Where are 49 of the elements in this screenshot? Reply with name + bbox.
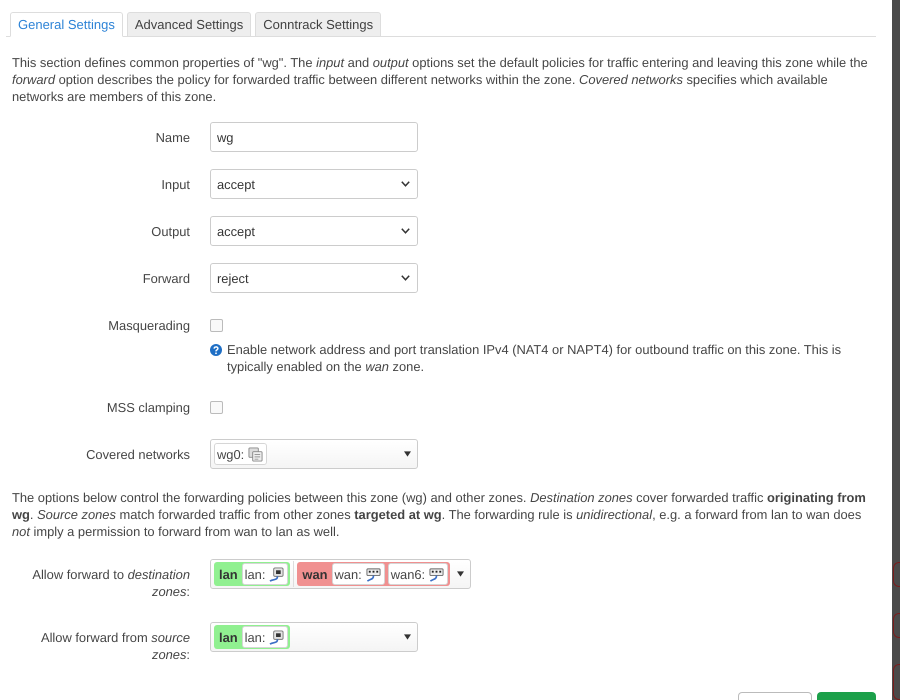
caret-icon <box>404 451 411 457</box>
tab[interactable]: Advanced Settings <box>126 12 252 37</box>
zone-name: lan <box>219 630 238 644</box>
checkbox[interactable] <box>210 318 223 332</box>
zone-select[interactable]: lan lan: <box>210 622 418 652</box>
field-label: Covered networks <box>85 446 190 464</box>
field-label: Forward <box>142 270 190 288</box>
network-name: wan: <box>334 566 362 582</box>
field-label: Name <box>154 128 190 146</box>
text-input[interactable]: wg <box>210 122 418 152</box>
network-name: lan: <box>244 630 266 644</box>
network-name: lan: <box>244 566 266 582</box>
tab[interactable]: Conntrack Settings <box>255 12 382 37</box>
dimmed-outline <box>893 664 900 700</box>
field-label: Allow forward to destination zones: <box>31 566 190 600</box>
help-icon <box>210 344 222 356</box>
field-label: MSS clamping <box>106 398 190 417</box>
field-label: Allow forward from source zones: <box>40 628 190 662</box>
chevron-down-icon <box>401 275 410 281</box>
port-cable-icon <box>366 566 381 582</box>
select-dropdown[interactable]: reject <box>210 263 418 293</box>
help-text: Enable network address and port translation IPv4 (NAT4 or NAPT4) for outbound traffic on this zone. This is typically enabled on the wan zone. <box>227 341 842 375</box>
network-name: wg0: <box>217 446 244 462</box>
network-select[interactable]: wg0: <box>210 439 418 469</box>
select-dropdown[interactable]: accept <box>210 169 418 199</box>
checkbox[interactable] <box>210 400 223 414</box>
primary-button[interactable] <box>817 692 876 700</box>
caret-icon <box>404 634 411 640</box>
network-name: wan6: <box>390 566 426 582</box>
dimmed-outline <box>893 562 900 588</box>
forwarding-description: The options below control the forwarding policies between this zone (wg) and other zones. Destination zones cover forwarded traffic originating from wg. Source zones match forwarded traffic from other zones targeted at wg. The forwarding rule is unidirectional, e.g. a forward from lan to wan does not imply a permission to forward from wan to lan as well. <box>12 489 867 540</box>
zone-name: wan <box>302 566 328 582</box>
select-dropdown[interactable]: accept <box>210 216 418 246</box>
caret-icon <box>457 571 464 577</box>
dimmed-outline <box>893 613 900 638</box>
field-label: Masquerading <box>107 316 190 335</box>
device-icon <box>248 446 264 462</box>
zone-name: lan <box>219 566 238 582</box>
port-cable-icon <box>269 630 284 644</box>
chevron-down-icon <box>401 181 410 187</box>
section-description: This section defines common properties of "wg". The input and output options set the default policies for traffic entering and leaving this zone while the forward option describes the policy for forwarded traffic between different networks within the zone. Covered networks specifies which available networks are members of this zone. <box>12 54 869 105</box>
field-label: Output <box>150 222 190 241</box>
field-label: Input <box>160 176 190 194</box>
port-cable-icon <box>429 566 444 582</box>
tab[interactable]: General Settings <box>10 12 123 37</box>
zone-select[interactable]: lan lan: wan wan: wan6: <box>210 559 472 589</box>
port-cable-icon <box>269 566 284 582</box>
chevron-down-icon <box>401 228 410 234</box>
secondary-button[interactable] <box>738 692 812 700</box>
